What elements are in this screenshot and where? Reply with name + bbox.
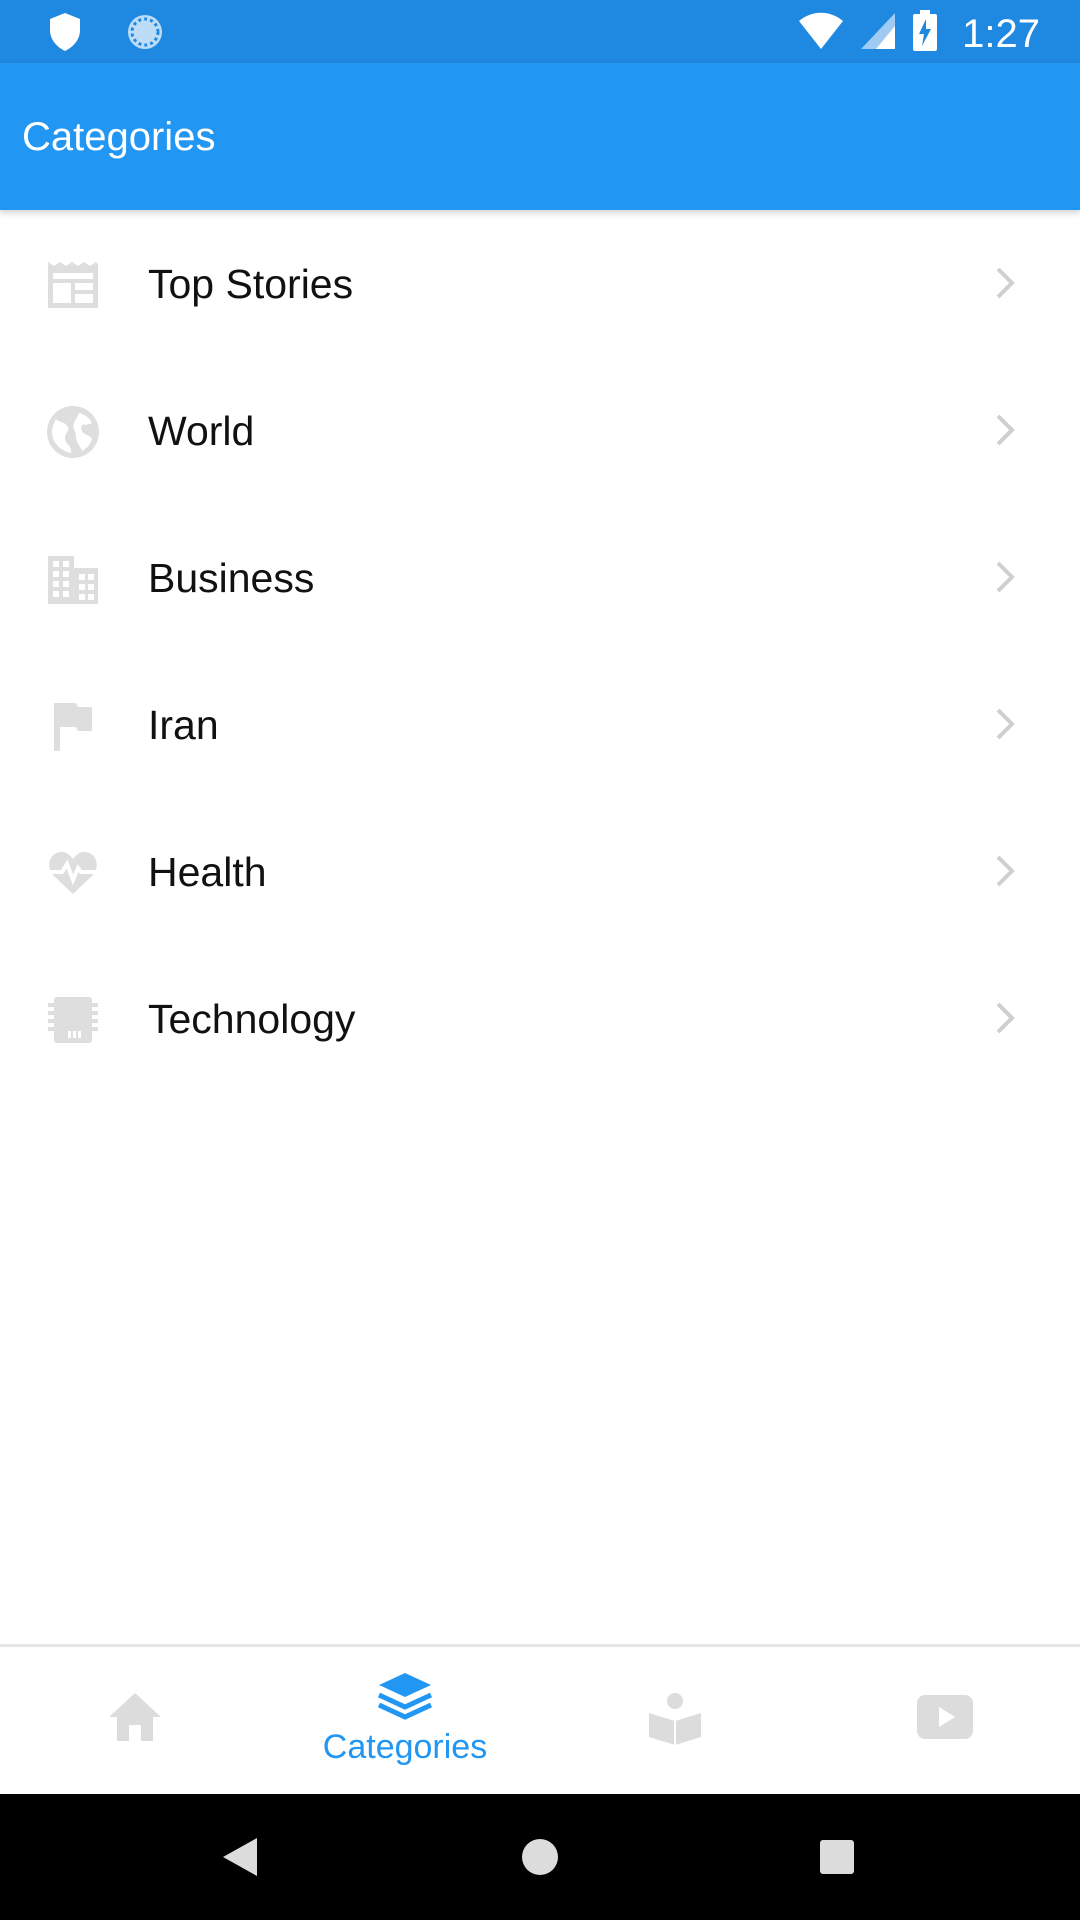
category-label: Technology	[148, 996, 356, 1042]
category-label: Top Stories	[148, 261, 354, 307]
home-circle-icon[interactable]	[515, 1832, 565, 1882]
heart-pulse-icon	[46, 846, 100, 900]
chevron-right-icon	[990, 706, 1020, 742]
back-icon[interactable]	[215, 1832, 265, 1882]
category-item-top-stories[interactable]: Top Stories	[0, 210, 1080, 357]
flag-icon	[46, 699, 100, 753]
home-icon	[105, 1687, 165, 1747]
category-label: Health	[148, 849, 267, 895]
chevron-right-icon	[990, 265, 1020, 301]
status-bar: 1:27	[0, 0, 1080, 63]
nav-tab-label: Categories	[322, 1728, 488, 1766]
category-item-business[interactable]: Business	[0, 504, 1080, 651]
nav-tab-reader[interactable]	[540, 1647, 810, 1797]
nav-tab-home[interactable]	[0, 1647, 270, 1797]
battery-charging-icon	[912, 10, 938, 57]
category-item-health[interactable]: Health	[0, 798, 1080, 945]
page-title: Categories	[22, 115, 216, 159]
recents-icon[interactable]	[812, 1832, 862, 1882]
app-bar: Categories	[0, 63, 1080, 210]
clock-text: 1:27	[962, 11, 1040, 56]
chevron-right-icon	[990, 1000, 1020, 1036]
video-play-icon	[915, 1687, 975, 1747]
building-icon	[46, 552, 100, 606]
chevron-right-icon	[990, 559, 1020, 595]
shield-icon	[48, 12, 82, 57]
category-label: Business	[148, 555, 315, 601]
chevron-right-icon	[990, 853, 1020, 889]
category-item-technology[interactable]: Technology	[0, 945, 1080, 1092]
category-item-world[interactable]: World	[0, 357, 1080, 504]
globe-icon	[46, 405, 100, 459]
reader-icon	[645, 1687, 705, 1747]
category-label: Iran	[148, 702, 219, 748]
bottom-navigation: Categories	[0, 1644, 1080, 1797]
chip-icon	[46, 993, 100, 1047]
category-item-iran[interactable]: Iran	[0, 651, 1080, 798]
sync-icon	[126, 13, 164, 56]
wifi-icon	[798, 12, 844, 55]
category-list: Top Stories World Business Iran Health T…	[0, 210, 1080, 1092]
nav-tab-categories[interactable]: Categories	[270, 1647, 540, 1797]
signal-icon	[860, 12, 896, 55]
chevron-right-icon	[990, 412, 1020, 448]
newspaper-icon	[46, 258, 100, 312]
nav-tab-video[interactable]	[810, 1647, 1080, 1797]
layers-icon	[375, 1671, 435, 1731]
system-navigation-bar	[0, 1794, 1080, 1920]
category-label: World	[148, 408, 255, 454]
